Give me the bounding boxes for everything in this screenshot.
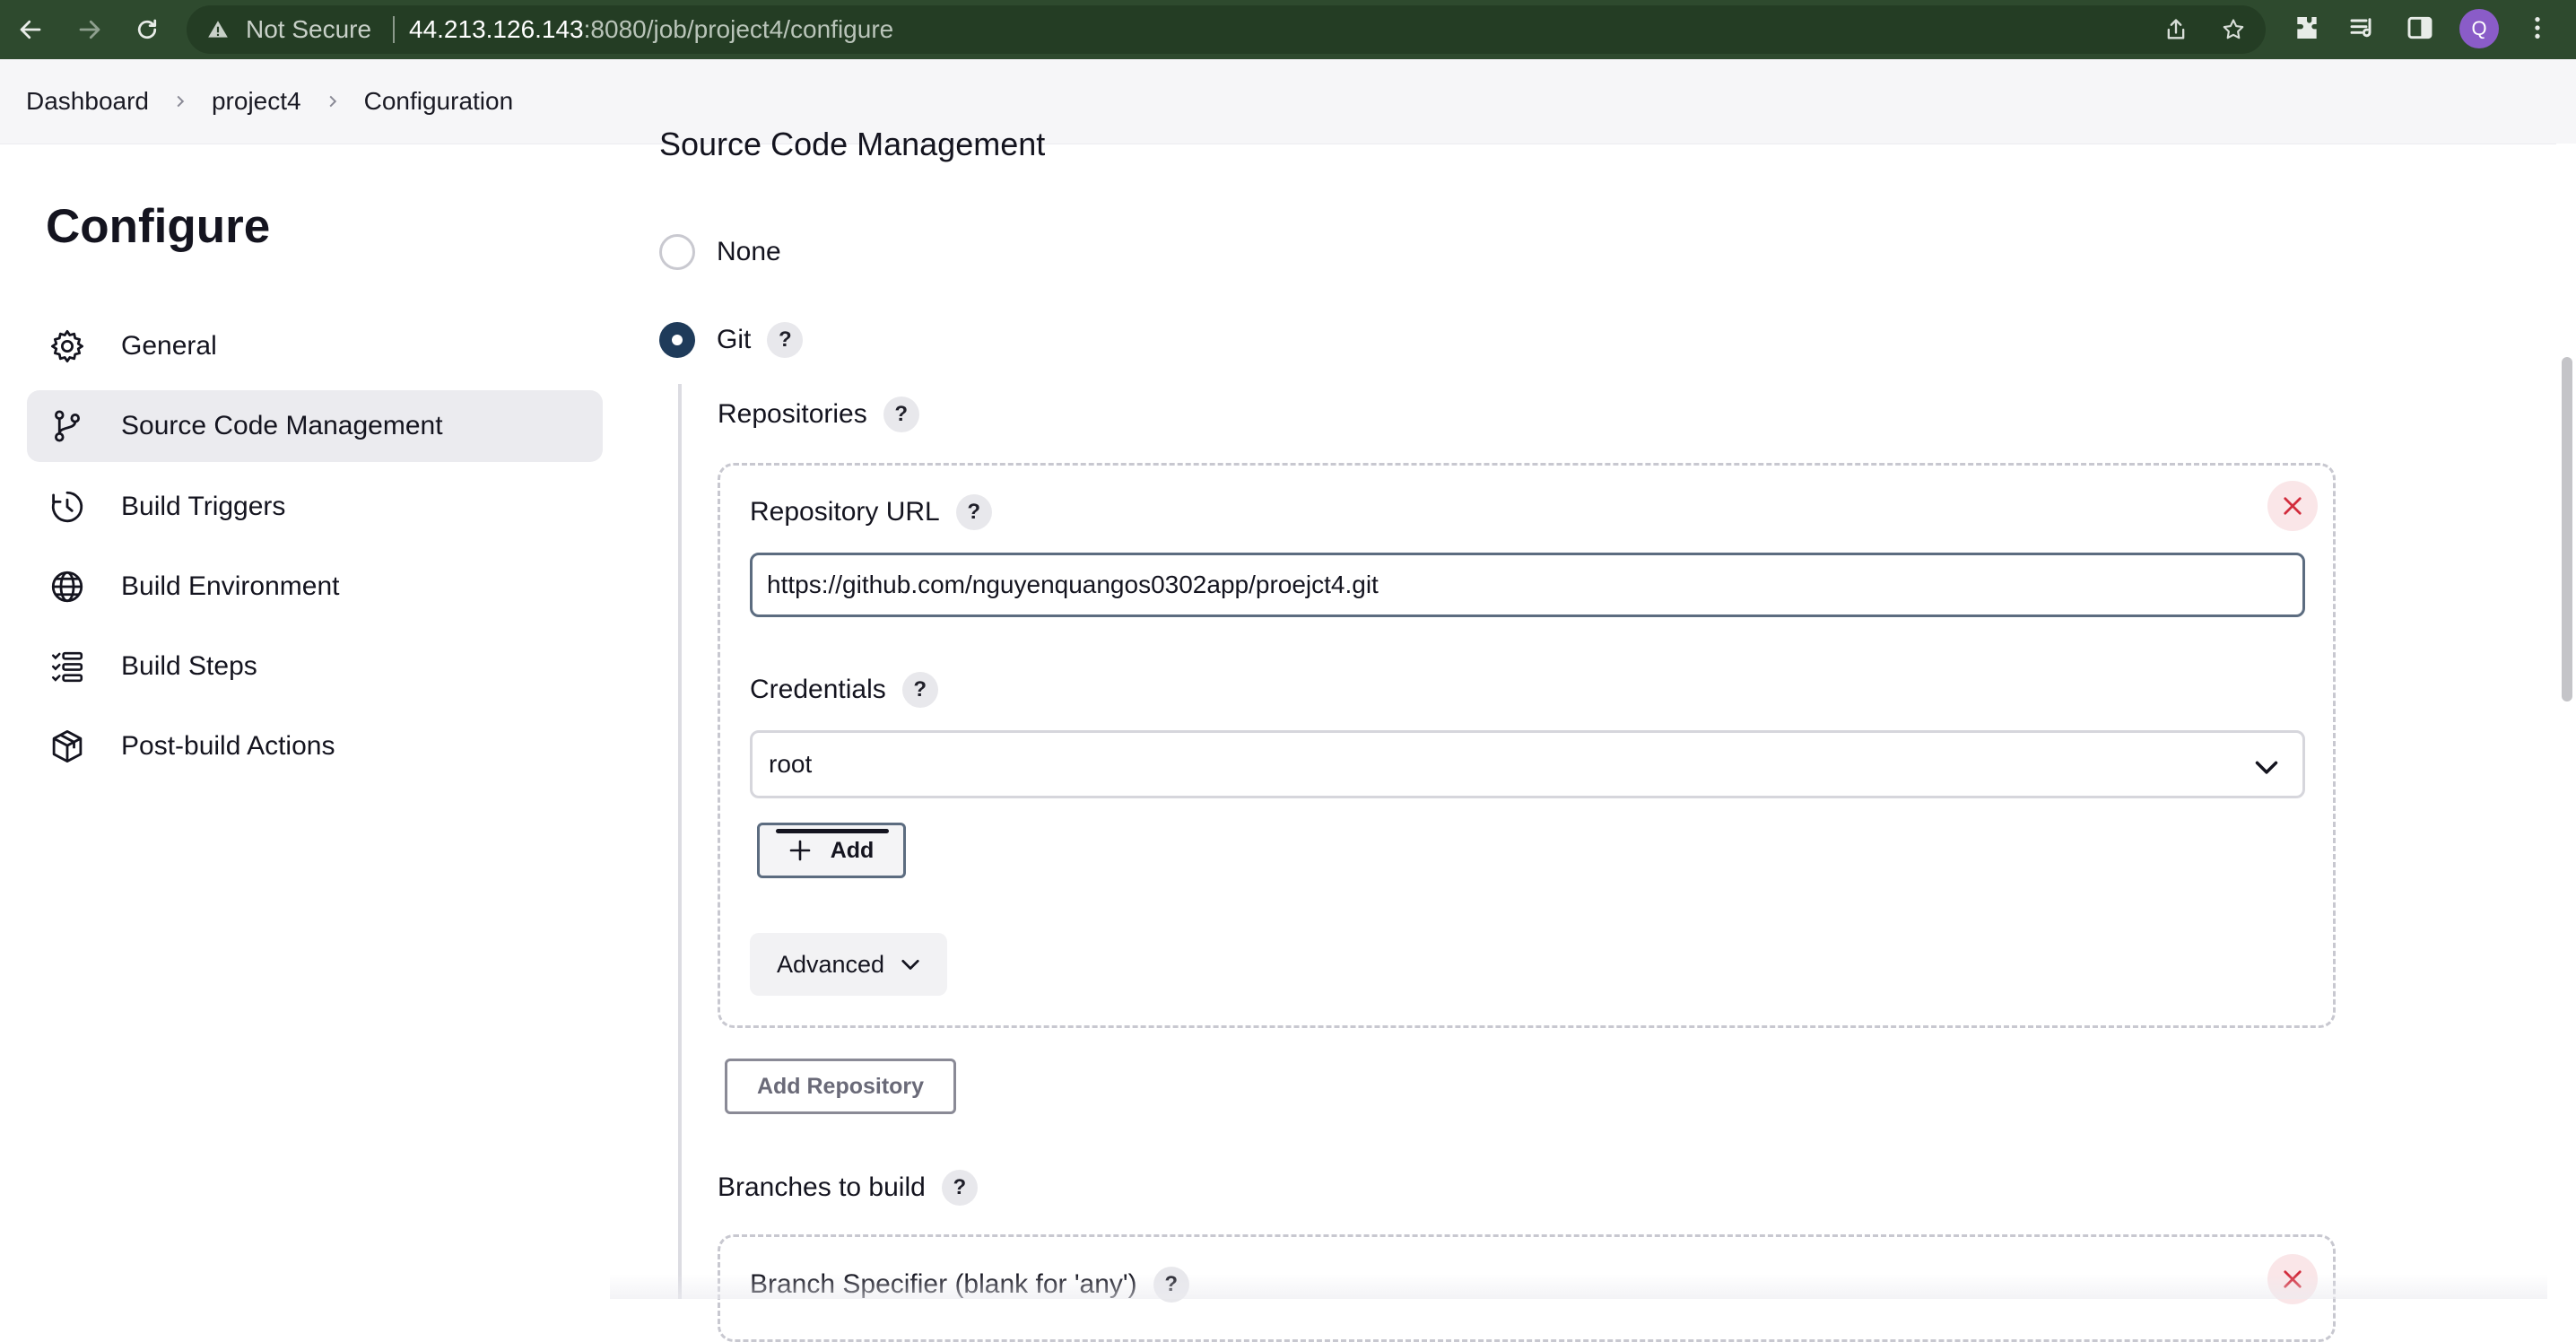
sidebar-item-label: Source Code Management bbox=[121, 411, 443, 440]
sidebar-item-label: Build Triggers bbox=[121, 492, 286, 521]
scm-option-git[interactable]: Git ? bbox=[659, 322, 804, 358]
close-icon bbox=[2284, 1270, 2302, 1288]
repositories-label: Repositories ? bbox=[718, 396, 919, 432]
scm-option-none[interactable]: None bbox=[659, 234, 781, 270]
bookmark-star-icon[interactable] bbox=[2221, 17, 2246, 42]
chevron-down-icon bbox=[2255, 761, 2278, 774]
profile-avatar[interactable]: Q bbox=[2459, 9, 2499, 48]
globe-icon bbox=[48, 568, 86, 606]
page-title: Configure bbox=[46, 200, 271, 253]
address-bar[interactable]: Not Secure 44.213.126.143:8080/job/proje… bbox=[187, 5, 2266, 54]
sidebar-item-general[interactable]: General bbox=[27, 310, 603, 382]
section-indent-line bbox=[678, 384, 682, 1299]
delete-branch-button[interactable] bbox=[2267, 1254, 2318, 1304]
plus-icon bbox=[789, 840, 810, 861]
scrollbar-thumb[interactable] bbox=[2562, 357, 2572, 702]
help-icon[interactable]: ? bbox=[883, 396, 919, 432]
breadcrumb: Dashboard project4 Configuration bbox=[0, 59, 2576, 144]
repository-url-input[interactable] bbox=[750, 553, 2305, 617]
sidebar-item-label: Build Environment bbox=[121, 571, 340, 601]
help-icon[interactable]: ? bbox=[955, 494, 992, 530]
list-icon bbox=[48, 648, 86, 685]
advanced-button[interactable]: Advanced bbox=[750, 933, 947, 996]
chevron-down-icon bbox=[901, 959, 919, 970]
add-repository-button[interactable]: Add Repository bbox=[725, 1059, 956, 1114]
button-top-edge bbox=[776, 829, 889, 833]
close-icon bbox=[2284, 497, 2302, 515]
help-icon[interactable]: ? bbox=[941, 1170, 978, 1206]
credentials-selected-value: root bbox=[769, 750, 813, 778]
help-icon[interactable]: ? bbox=[767, 322, 804, 358]
browser-toolbar: Not Secure 44.213.126.143:8080/job/proje… bbox=[0, 0, 2576, 59]
clock-icon bbox=[48, 488, 86, 526]
warning-icon bbox=[208, 21, 228, 38]
sidebar-item-build-steps[interactable]: Build Steps bbox=[27, 631, 603, 702]
branches-to-build-label: Branches to build ? bbox=[718, 1170, 978, 1206]
delete-repository-button[interactable] bbox=[2267, 481, 2318, 531]
credentials-label: Credentials ? bbox=[750, 672, 938, 708]
sidebar-item-build-triggers[interactable]: Build Triggers bbox=[27, 471, 603, 543]
section-title: Source Code Management bbox=[659, 126, 1046, 162]
advanced-button-label: Advanced bbox=[776, 950, 885, 978]
add-button-label: Add bbox=[830, 837, 875, 863]
breadcrumb-configuration[interactable]: Configuration bbox=[364, 87, 514, 116]
sidebar-item-build-environment[interactable]: Build Environment bbox=[27, 551, 603, 623]
forward-arrow-icon bbox=[79, 20, 100, 39]
security-label: Not Secure bbox=[246, 15, 372, 43]
sidebar-item-source-code-management[interactable]: Source Code Management bbox=[27, 390, 603, 462]
more-menu-icon[interactable] bbox=[2523, 13, 2552, 42]
radio-git[interactable] bbox=[659, 322, 695, 358]
forward-button[interactable] bbox=[70, 10, 109, 49]
branch-specifier-label: Branch Specifier (blank for 'any') ? bbox=[750, 1267, 1189, 1303]
breadcrumb-project4[interactable]: project4 bbox=[212, 87, 301, 116]
scrollbar[interactable] bbox=[2556, 144, 2576, 1299]
back-arrow-icon bbox=[20, 20, 41, 39]
address-divider bbox=[393, 16, 395, 43]
extensions-puzzle-icon[interactable] bbox=[2293, 13, 2321, 42]
side-panel-icon[interactable] bbox=[2406, 13, 2434, 42]
repository-url-label: Repository URL ? bbox=[750, 494, 992, 530]
radio-none[interactable] bbox=[659, 234, 695, 270]
radio-label-git: Git bbox=[717, 325, 752, 354]
chevron-right-icon bbox=[177, 95, 185, 108]
sidebar-item-label: General bbox=[121, 331, 217, 361]
branch-icon bbox=[48, 407, 86, 445]
sidebar-item-label: Post-build Actions bbox=[121, 731, 335, 761]
back-button[interactable] bbox=[11, 10, 50, 49]
package-icon bbox=[48, 728, 86, 765]
help-icon[interactable]: ? bbox=[1153, 1267, 1189, 1303]
add-credentials-button[interactable]: Add bbox=[757, 823, 906, 878]
sidebar-item-post-build-actions[interactable]: Post-build Actions bbox=[27, 710, 603, 782]
url-text: 44.213.126.143:8080/job/project4/configu… bbox=[409, 15, 894, 43]
credentials-select[interactable]: root bbox=[750, 730, 2305, 798]
chevron-right-icon bbox=[329, 95, 336, 108]
reload-button[interactable] bbox=[127, 10, 167, 49]
reading-list-icon[interactable] bbox=[2348, 13, 2377, 42]
breadcrumb-dashboard[interactable]: Dashboard bbox=[26, 87, 149, 116]
sidebar-item-label: Build Steps bbox=[121, 651, 257, 681]
radio-label-none: None bbox=[717, 237, 781, 266]
gear-icon bbox=[48, 327, 86, 365]
reload-icon bbox=[137, 19, 157, 39]
help-icon[interactable]: ? bbox=[901, 672, 938, 708]
share-icon[interactable] bbox=[2163, 17, 2189, 42]
